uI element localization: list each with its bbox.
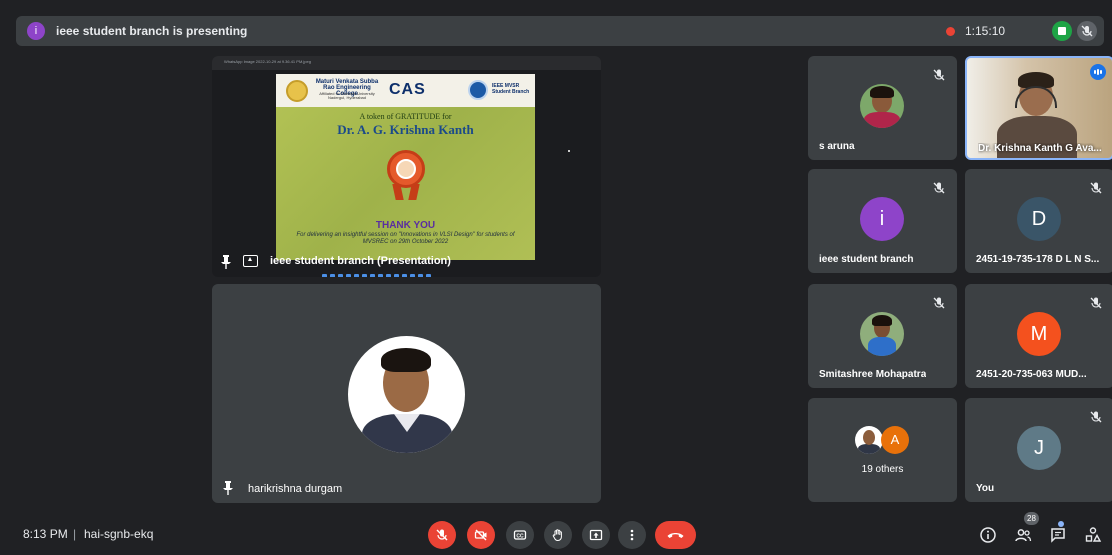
slide-honoree: Dr. A. G. Krishna Kanth	[337, 122, 474, 137]
mic-off-icon	[933, 297, 945, 309]
hand-icon	[552, 529, 562, 541]
recording-timer: 1:15:10	[965, 24, 1006, 38]
speaker-name: harikrishna durgam	[248, 483, 343, 495]
meeting-details-icon[interactable]	[979, 526, 997, 544]
participant-tile[interactable]: i ieee student branch	[808, 169, 957, 273]
mic-off-icon	[1090, 411, 1102, 423]
speaking-indicator-icon	[1090, 64, 1106, 80]
shared-window-titlebar: WhatsApp Image 2022-10-29 at 9.36.41 PM.…	[212, 56, 601, 70]
participant-name: 2451-19-735-178 D L N S...	[976, 254, 1100, 265]
participant-avatar	[860, 312, 904, 356]
presentation-slide: Maturi Venkata Subba Rao Engineering Col…	[276, 74, 535, 260]
chat-icon[interactable]	[1049, 526, 1067, 544]
participant-tile[interactable]: M 2451-20-735-063 MUD...	[965, 284, 1112, 388]
mic-off-icon	[436, 529, 448, 541]
more-options-button[interactable]	[618, 521, 646, 549]
others-avatars: A	[855, 426, 915, 456]
people-count-badge: 28	[1024, 512, 1039, 525]
participant-avatar	[855, 426, 883, 454]
mic-off-icon	[1090, 297, 1102, 309]
phone-hangup-icon	[667, 533, 684, 538]
participant-name: 2451-20-735-063 MUD...	[976, 369, 1087, 380]
screen-share-icon	[243, 255, 258, 267]
meeting-code: hai-sgnb-ekq	[84, 527, 154, 541]
participant-avatar: J	[1017, 426, 1061, 470]
people-icon[interactable]	[1014, 526, 1032, 544]
slide-ieee-name: IEEE MVSR Student Branch	[492, 83, 530, 95]
participant-name: Dr. Krishna Kanth G Ava...	[978, 143, 1102, 154]
ieee-logo-icon	[468, 80, 488, 100]
participant-tile-active-speaker[interactable]: Dr. Krishna Kanth G Ava...	[965, 56, 1112, 160]
participant-name: ieee student branch	[819, 254, 914, 265]
slide-thank-you: THANK YOU	[375, 220, 436, 231]
mic-off-icon	[933, 182, 945, 194]
activities-icon[interactable]	[1084, 526, 1102, 544]
self-tile[interactable]: J You	[965, 398, 1112, 502]
participant-name: s aruna	[819, 141, 855, 152]
chat-notification-dot	[1058, 521, 1064, 527]
college-logo-icon	[286, 80, 308, 102]
participant-tile[interactable]: s aruna	[808, 56, 957, 160]
shared-window-title: WhatsApp Image 2022-10-29 at 9.36.41 PM.…	[224, 59, 311, 64]
presenting-banner: i ieee student branch is presenting 1:15…	[16, 16, 1104, 46]
participant-name: You	[976, 483, 995, 494]
raise-hand-button[interactable]	[544, 521, 572, 549]
stop-recording-button[interactable]	[1052, 21, 1072, 41]
honoree-photo	[396, 159, 416, 179]
recording-dot-icon	[946, 27, 955, 36]
meet-window: i ieee student branch is presenting 1:15…	[0, 0, 1112, 555]
speaker-avatar	[348, 336, 465, 453]
shared-taskbar	[322, 266, 492, 277]
participant-tile[interactable]: D 2451-19-735-178 D L N S...	[965, 169, 1112, 273]
leave-call-button[interactable]	[655, 521, 696, 549]
svg-text:CC: CC	[516, 533, 524, 539]
slide-token-text: A token of GRATITUDE for	[359, 112, 452, 121]
pin-icon[interactable]	[222, 481, 234, 495]
main-speaker-tile[interactable]: harikrishna durgam	[212, 284, 601, 503]
participant-avatar: A	[881, 426, 909, 454]
clock: 8:13 PM	[23, 527, 68, 541]
others-count: 19 others	[861, 464, 904, 475]
participant-avatar: D	[1017, 197, 1061, 241]
more-vert-icon	[630, 529, 634, 541]
slide-college-sub: Affiliated to Osmania University Nadergu…	[319, 91, 375, 100]
pin-icon[interactable]	[220, 255, 232, 269]
microphone-toggle-button[interactable]	[428, 521, 456, 549]
bottom-toolbar: 8:13 PM | hai-sgnb-ekq CC 28	[0, 512, 1112, 555]
participant-name: Smitashree Mohapatra	[819, 369, 927, 380]
cursor-dot	[568, 150, 570, 152]
captions-icon: CC	[513, 530, 527, 540]
presenter-avatar: i	[27, 22, 45, 40]
stop-icon	[1058, 27, 1066, 35]
slide-delivering-text: For delivering an insightful session on …	[296, 232, 515, 245]
participant-avatar	[860, 84, 904, 128]
participant-avatar: i	[860, 197, 904, 241]
presentation-tile[interactable]: WhatsApp Image 2022-10-29 at 9.36.41 PM.…	[212, 56, 601, 277]
captions-button[interactable]: CC	[506, 521, 534, 549]
camera-off-icon	[474, 529, 487, 541]
mic-off-icon	[933, 69, 945, 81]
mute-presentation-audio-button[interactable]	[1077, 21, 1097, 41]
participant-avatar: M	[1017, 312, 1061, 356]
cas-logo: CAS	[389, 81, 426, 98]
mic-off-icon	[1081, 25, 1093, 37]
participant-tile[interactable]: Smitashree Mohapatra	[808, 284, 957, 388]
present-screen-button[interactable]	[582, 521, 610, 549]
others-tile[interactable]: A 19 others	[808, 398, 957, 502]
separator: |	[73, 527, 77, 541]
present-icon	[589, 529, 603, 541]
camera-toggle-button[interactable]	[467, 521, 495, 549]
mic-off-icon	[1090, 182, 1102, 194]
rosette-badge-icon	[387, 150, 425, 188]
presenting-text: ieee student branch is presenting	[56, 24, 248, 38]
